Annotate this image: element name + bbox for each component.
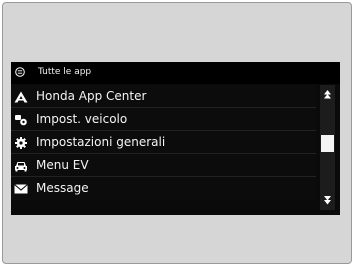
list-item-label: Message bbox=[36, 181, 89, 195]
envelope-icon bbox=[14, 184, 28, 194]
scroll-thumb[interactable] bbox=[321, 135, 334, 152]
list-item-label: Impostazioni generali bbox=[36, 135, 166, 149]
device-frame: Tutte le app Honda App Center Impost. ve… bbox=[2, 2, 352, 264]
list-item-label: Honda App Center bbox=[36, 89, 147, 103]
row-divider bbox=[11, 130, 316, 131]
vehicle-settings-icon bbox=[15, 115, 27, 126]
app-list: Honda App Center Impost. veicolo Imposta… bbox=[11, 85, 316, 215]
scroll-up-icon[interactable] bbox=[320, 88, 335, 102]
list-item-label: Impost. veicolo bbox=[36, 112, 128, 126]
row-divider bbox=[11, 107, 316, 108]
list-item-label: Menu EV bbox=[36, 158, 89, 172]
list-item-general-settings[interactable]: Impostazioni generali bbox=[11, 131, 316, 154]
scroll-down-icon[interactable] bbox=[320, 193, 335, 207]
page-title: Tutte le app bbox=[38, 67, 92, 77]
apps-grid-icon bbox=[15, 67, 25, 77]
header-bar: Tutte le app bbox=[11, 62, 340, 84]
list-item-menu-ev[interactable]: Menu EV bbox=[11, 154, 316, 177]
gear-icon bbox=[15, 137, 27, 149]
row-divider bbox=[11, 176, 316, 177]
scrollbar[interactable] bbox=[320, 85, 335, 210]
screen: Tutte le app Honda App Center Impost. ve… bbox=[11, 62, 340, 215]
list-item-honda-app-center[interactable]: Honda App Center bbox=[11, 85, 316, 108]
row-divider bbox=[11, 153, 316, 154]
list-item-message[interactable]: Message bbox=[11, 177, 316, 200]
list-item-vehicle-settings[interactable]: Impost. veicolo bbox=[11, 108, 316, 131]
honda-app-center-icon bbox=[14, 91, 28, 103]
car-icon bbox=[15, 162, 27, 172]
